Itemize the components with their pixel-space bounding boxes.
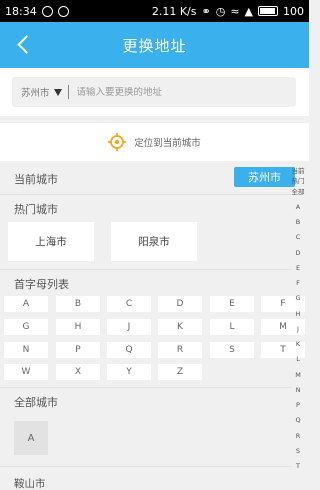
letter-button[interactable]: P xyxy=(56,342,100,358)
index-item[interactable]: 当前 xyxy=(292,166,305,176)
city-dropdown-label: 苏州市 xyxy=(21,88,50,99)
sync-icon xyxy=(57,5,69,17)
letter-button[interactable]: S xyxy=(210,342,254,358)
page-title: 更换地址 xyxy=(122,36,187,55)
index-item[interactable]: T xyxy=(296,461,300,471)
address-search-input[interactable] xyxy=(68,86,269,98)
letter-button[interactable]: X xyxy=(56,364,100,380)
divider xyxy=(0,194,292,195)
letter-group-header: A xyxy=(14,421,48,455)
index-item[interactable]: G xyxy=(295,293,300,303)
city-dropdown[interactable]: 苏州市 xyxy=(12,85,69,99)
back-button[interactable] xyxy=(14,34,34,56)
location-target-icon xyxy=(108,133,127,151)
letter-list-heading: 首字母列表 xyxy=(14,278,69,291)
index-item[interactable]: J xyxy=(297,324,299,334)
letter-button[interactable]: A xyxy=(4,296,48,312)
locate-current-city-button[interactable]: 定位到当前城市 xyxy=(0,123,309,161)
headphones-icon: ⚭ xyxy=(201,4,211,18)
network-speed: 2.11 K/s xyxy=(151,4,197,18)
current-city-heading: 当前城市 xyxy=(14,173,58,186)
index-item[interactable]: P xyxy=(296,400,300,410)
index-item[interactable]: H xyxy=(296,309,301,319)
letter-button[interactable]: H xyxy=(56,319,100,335)
letter-button[interactable]: Q xyxy=(107,342,151,358)
divider xyxy=(0,387,292,388)
index-item[interactable]: 热门 xyxy=(292,176,305,186)
letter-button[interactable]: L xyxy=(210,319,254,335)
letter-button[interactable]: D xyxy=(158,296,202,312)
letter-button[interactable]: C xyxy=(107,296,151,312)
index-item[interactable]: 全部 xyxy=(292,187,305,197)
hot-city-button[interactable]: 上海市 xyxy=(8,222,94,261)
letter-button[interactable]: B xyxy=(56,296,100,312)
index-item[interactable]: M xyxy=(295,370,301,380)
index-item[interactable]: K xyxy=(296,339,300,349)
letter-button[interactable]: J xyxy=(107,319,151,335)
hot-city-button[interactable]: 阳泉市 xyxy=(111,222,197,261)
wifi-icon: ≈ xyxy=(230,4,240,18)
status-time: 18:34 xyxy=(5,4,37,18)
battery-level: 100 xyxy=(283,4,304,18)
letter-button[interactable]: R xyxy=(158,342,202,358)
index-item[interactable]: R xyxy=(296,431,301,441)
app-notification-icon xyxy=(41,5,53,17)
alarm-icon: ◷ xyxy=(215,4,226,18)
letter-button[interactable]: K xyxy=(158,319,202,335)
current-city-button[interactable]: 苏州市 xyxy=(234,167,295,187)
letter-button[interactable]: G xyxy=(4,319,48,335)
divider xyxy=(0,466,292,467)
signal-icon: ▲ xyxy=(244,4,253,18)
status-bar: 18:34 2.11 K/s ⚭ ◷ ≈ ▲ 100 xyxy=(0,0,309,22)
letter-button[interactable]: N xyxy=(4,342,48,358)
app-header: 更换地址 xyxy=(0,22,309,68)
letter-button[interactable]: Z xyxy=(158,364,202,380)
index-item[interactable]: Q xyxy=(295,415,300,425)
index-item[interactable]: A xyxy=(296,202,300,212)
search-box: 苏州市 xyxy=(12,77,296,107)
index-item[interactable]: C xyxy=(296,232,301,242)
battery-icon xyxy=(258,6,278,16)
index-item[interactable]: F xyxy=(296,278,300,288)
hot-cities-heading: 热门城市 xyxy=(14,203,58,216)
index-item[interactable]: E xyxy=(296,263,300,273)
letter-button[interactable]: E xyxy=(210,296,254,312)
divider xyxy=(0,269,292,270)
all-cities-heading: 全部城市 xyxy=(14,396,58,409)
index-item[interactable]: B xyxy=(296,217,300,227)
index-item[interactable]: N xyxy=(296,385,301,395)
alphabet-index-bar[interactable]: 当前 热门 全部 A B C D E F G H J K L M N P Q R… xyxy=(288,166,308,471)
letter-button[interactable]: Y xyxy=(107,364,151,380)
locate-label: 定位到当前城市 xyxy=(134,138,201,149)
letter-button[interactable]: W xyxy=(4,364,48,380)
city-list-item[interactable]: 鞍山市 xyxy=(14,476,46,490)
index-item[interactable]: L xyxy=(296,354,300,364)
index-item[interactable]: S xyxy=(296,446,300,456)
dropdown-triangle-icon xyxy=(53,88,62,96)
index-item[interactable]: D xyxy=(295,248,300,258)
search-section: 苏州市 xyxy=(0,68,309,116)
